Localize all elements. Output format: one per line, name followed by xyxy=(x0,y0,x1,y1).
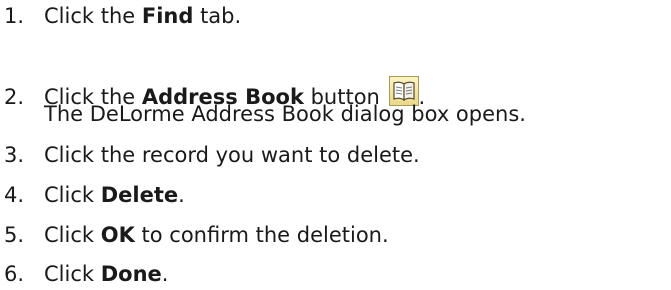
step-4: 4. Click Delete. xyxy=(0,182,185,208)
step-text: Click xyxy=(44,223,101,247)
step-3: 3. Click the record you want to delete. xyxy=(0,142,420,168)
done-label: Done xyxy=(100,262,162,286)
step-text: . xyxy=(161,262,169,286)
step-text: Click xyxy=(44,262,101,286)
find-tab-label: Find xyxy=(141,4,194,28)
step-text: Click the xyxy=(44,4,142,28)
delete-label: Delete xyxy=(100,183,179,207)
step-number: 3. xyxy=(4,143,25,167)
step-1: 1. Click the Find tab. xyxy=(0,3,241,29)
step-text: . xyxy=(178,183,185,207)
step-text: tab. xyxy=(193,4,242,28)
step-5: 5. Click OK to confirm the deletion. xyxy=(0,222,389,248)
step-text: Click the record you want to delete. xyxy=(44,143,420,167)
step-number: 6. xyxy=(4,262,25,286)
step-text: Click xyxy=(44,183,101,207)
step-number: 2. xyxy=(4,85,25,109)
step-text: to confirm the deletion. xyxy=(134,223,389,247)
step-number: 5. xyxy=(4,223,25,247)
step-6: 6. Click Done. xyxy=(0,261,168,287)
step-number: 1. xyxy=(4,4,25,28)
step-number: 4. xyxy=(4,183,25,207)
step-2-result: The DeLorme Address Book dialog box open… xyxy=(44,102,526,126)
ok-label: OK xyxy=(100,223,135,247)
